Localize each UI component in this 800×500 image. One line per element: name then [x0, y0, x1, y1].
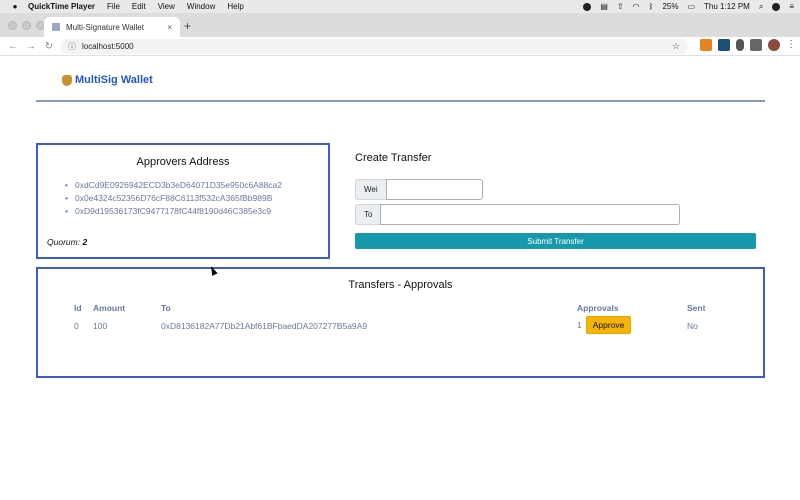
- quorum-line: Quorum: 2: [47, 237, 87, 247]
- quorum-value: 2: [82, 237, 88, 247]
- wei-field-group: Wei: [355, 179, 483, 200]
- column-header-id: Id: [74, 303, 82, 313]
- browser-tab-strip: Multi-Signature Wallet × +: [0, 13, 800, 37]
- approvers-card: Approvers Address 0xdCd9E0926942ECD3b3eD…: [36, 143, 330, 259]
- brand-title: MultiSig Wallet: [75, 74, 153, 86]
- back-arrow-icon[interactable]: ←: [4, 41, 22, 52]
- menu-help[interactable]: Help: [227, 2, 243, 11]
- more-menu-icon[interactable]: ⋮: [786, 39, 796, 51]
- transfers-title: Transfers - Approvals: [348, 279, 453, 291]
- approvers-list: 0xdCd9E0926942ECD3b3eD64071D35e950c6A88c…: [65, 179, 328, 218]
- siri-icon[interactable]: [772, 2, 781, 11]
- extensions-area: ⋮: [700, 39, 796, 51]
- column-header-to: To: [161, 303, 171, 313]
- reload-icon[interactable]: ↻: [40, 41, 58, 52]
- profile-avatar-icon[interactable]: [768, 39, 780, 51]
- browser-toolbar: ← → ↻ ⓘ localhost:5000 ☆ ⋮: [0, 37, 800, 56]
- tab-close-icon[interactable]: ×: [167, 23, 172, 32]
- new-tab-button[interactable]: +: [184, 19, 191, 33]
- metamask-fox-icon[interactable]: [700, 39, 712, 51]
- menu-file[interactable]: File: [107, 2, 120, 11]
- tab-title: Multi-Signature Wallet: [66, 22, 144, 32]
- page-favicon-icon: [52, 23, 60, 31]
- bookmark-star-icon[interactable]: ☆: [672, 41, 680, 52]
- macos-menubar: ● QuickTime Player File Edit View Window…: [0, 0, 800, 13]
- wei-input[interactable]: [385, 179, 483, 200]
- approvers-title: Approvers Address: [136, 156, 230, 168]
- battery-percent[interactable]: 25%: [662, 2, 678, 11]
- approvals-cell: 1 Approve: [577, 316, 632, 334]
- wei-label: Wei: [355, 179, 386, 200]
- battery-icon[interactable]: ▭: [687, 2, 695, 11]
- menu-window[interactable]: Window: [187, 2, 215, 11]
- column-header-amount: Amount: [93, 303, 126, 313]
- upload-icon[interactable]: ⇧: [617, 2, 624, 11]
- column-header-sent: Sent: [687, 303, 706, 313]
- quorum-label: Quorum:: [47, 237, 81, 247]
- site-info-icon[interactable]: ⓘ: [68, 41, 76, 52]
- brand-header: MultiSig Wallet: [62, 74, 153, 86]
- to-field-group: To: [355, 204, 681, 225]
- column-header-approvals: Approvals: [577, 303, 619, 313]
- bluetooth-icon[interactable]: ᛒ: [649, 2, 654, 11]
- clock[interactable]: Thu 1:12 PM: [704, 2, 750, 11]
- money-bag-icon: [62, 74, 72, 86]
- submit-transfer-button[interactable]: Submit Transfer: [355, 233, 756, 249]
- search-icon[interactable]: ⌕: [759, 2, 763, 12]
- microphone-icon[interactable]: [736, 39, 744, 51]
- approvals-count: 1: [577, 320, 582, 330]
- menu-edit[interactable]: Edit: [132, 2, 146, 11]
- forward-arrow-icon[interactable]: →: [22, 41, 40, 52]
- transfer-to-address: 0xD8136182A77Db21Abf61BFbaedDA207277B5a9…: [161, 321, 368, 331]
- record-icon[interactable]: [583, 2, 592, 11]
- approver-address: 0x0e4324c52356D76cF88C6113f532cA365fBb98…: [65, 192, 328, 205]
- page-content: MultiSig Wallet Approvers Address 0xdCd9…: [0, 57, 800, 500]
- menu-app-name[interactable]: QuickTime Player: [28, 2, 95, 11]
- menu-view[interactable]: View: [158, 2, 175, 11]
- transfer-amount: 100: [93, 321, 108, 331]
- transfer-id: 0: [74, 321, 79, 331]
- extension-icon[interactable]: [718, 39, 730, 51]
- minimize-window-button[interactable]: [22, 21, 31, 30]
- to-label: To: [355, 204, 381, 225]
- menubar-status-area: ▤ ⇧ ◠ ᛒ 25% ▭ Thu 1:12 PM ⌕ ≡: [583, 0, 794, 13]
- approve-button[interactable]: Approve: [585, 316, 632, 334]
- wifi-icon[interactable]: ◠: [633, 2, 640, 11]
- clipboard-icon[interactable]: ▤: [600, 2, 608, 11]
- tab-multisig-wallet[interactable]: Multi-Signature Wallet ×: [44, 17, 180, 37]
- address-url[interactable]: localhost:5000: [82, 42, 134, 51]
- transfers-card: Transfers - Approvals Id Amount To Appro…: [36, 267, 765, 378]
- approver-address: 0xdCd9E0926942ECD3b3eD64071D35e950c6A88c…: [65, 179, 328, 192]
- window-controls: [8, 21, 45, 30]
- to-input[interactable]: [380, 204, 681, 225]
- close-window-button[interactable]: [8, 21, 17, 30]
- control-center-icon[interactable]: ≡: [789, 2, 794, 11]
- apple-menu-icon[interactable]: ●: [8, 2, 22, 11]
- header-divider: [36, 100, 765, 102]
- puzzle-icon[interactable]: [750, 39, 762, 51]
- create-transfer-title: Create Transfer: [355, 152, 432, 164]
- approver-address: 0xD9d19536173fC9477178fC44f8190d46C385e3…: [65, 205, 328, 218]
- address-bar[interactable]: ⓘ localhost:5000 ☆: [60, 39, 688, 54]
- transfer-sent-status: No: [687, 321, 698, 331]
